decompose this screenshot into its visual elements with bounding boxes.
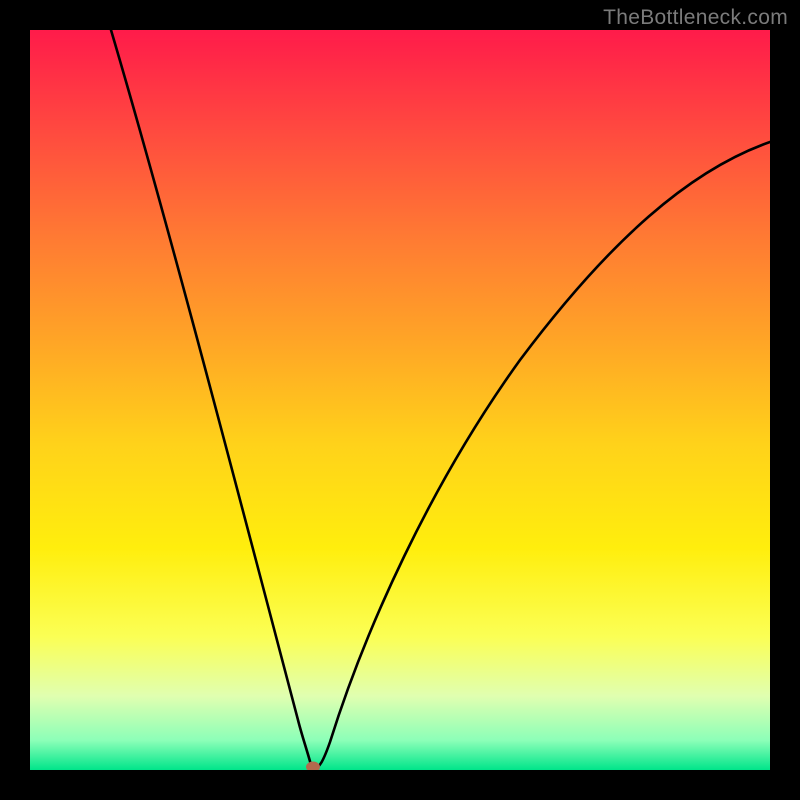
bottleneck-curve: [111, 30, 770, 768]
plot-area: [30, 30, 770, 770]
watermark-text: TheBottleneck.com: [603, 6, 788, 30]
curve-layer: [30, 30, 770, 770]
chart-frame: TheBottleneck.com: [0, 0, 800, 800]
minimum-marker: [306, 762, 320, 771]
